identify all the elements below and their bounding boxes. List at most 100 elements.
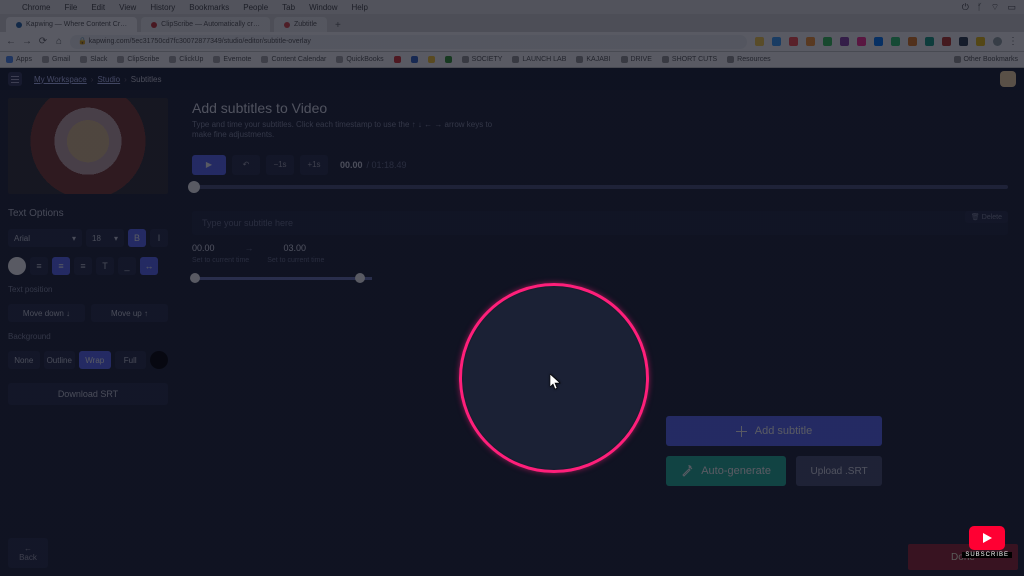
bookmark-item[interactable]: Content Calendar (261, 56, 326, 63)
ltr-button[interactable]: ↔ (140, 257, 158, 275)
nav-reload-icon[interactable]: ⟳ (38, 36, 48, 47)
bookmark-item[interactable] (411, 56, 418, 63)
tab-zubtitle[interactable]: Zubtitle (274, 17, 327, 32)
menu-item[interactable]: Tab (282, 3, 295, 12)
profile-avatar-icon[interactable] (993, 37, 1002, 46)
new-tab-button[interactable]: + (331, 18, 345, 32)
nav-back-icon[interactable]: ← (6, 36, 16, 47)
bookmark-folder[interactable]: KAJABI (576, 56, 610, 63)
extension-icon[interactable] (857, 37, 866, 46)
undo-button[interactable]: ↶ (232, 155, 260, 175)
text-color-swatch[interactable] (8, 257, 26, 275)
range-end-handle[interactable] (355, 273, 365, 283)
extension-icon[interactable] (942, 37, 951, 46)
fontsize-select[interactable]: 18▾ (86, 229, 124, 247)
bookmark-item[interactable] (428, 56, 435, 63)
menu-item[interactable]: Chrome (22, 3, 50, 12)
extension-icon[interactable] (772, 37, 781, 46)
bg-outline-button[interactable]: Outline (44, 351, 76, 369)
text-case-button[interactable]: T (96, 257, 114, 275)
menu-item[interactable]: People (243, 3, 268, 12)
bookmark-folder[interactable]: LAUNCH LAB (512, 56, 566, 63)
extension-icon[interactable] (874, 37, 883, 46)
video-thumbnail[interactable] (8, 98, 168, 194)
bookmark-folder[interactable]: DRIVE (621, 56, 652, 63)
address-bar[interactable]: 🔒 kapwing.com/5ec31750cd7fc30072877349/s… (70, 35, 747, 49)
play-button[interactable]: ▶ (192, 155, 226, 175)
step-back-button[interactable]: −1s (266, 155, 294, 175)
extension-icon[interactable] (789, 37, 798, 46)
user-avatar[interactable] (1000, 71, 1016, 87)
menu-item[interactable]: File (64, 3, 77, 12)
extension-icon[interactable] (840, 37, 849, 46)
align-center-button[interactable]: ≡ (52, 257, 70, 275)
font-select[interactable]: Arial▾ (8, 229, 82, 247)
subtitle-text-input[interactable]: Type your subtitle here (192, 211, 1008, 235)
bg-color-swatch[interactable] (150, 351, 168, 369)
tab-kapwing[interactable]: Kapwing — Where Content Cr… (6, 17, 137, 32)
extension-icon[interactable] (806, 37, 815, 46)
bookmark-item[interactable]: ClipScribe (117, 56, 159, 63)
bold-button[interactable]: B (128, 229, 146, 247)
bookmark-apps[interactable]: Apps (6, 56, 32, 63)
extension-icon[interactable] (891, 37, 900, 46)
nav-fwd-icon[interactable]: → (22, 36, 32, 47)
back-button[interactable]: ←Back (8, 538, 48, 568)
crumb-workspace[interactable]: My Workspace (34, 75, 87, 84)
italic-button[interactable]: I (150, 229, 168, 247)
bookmark-other[interactable]: Other Bookmarks (954, 56, 1018, 63)
menu-item[interactable]: History (150, 3, 175, 12)
underline-button[interactable]: _ (118, 257, 136, 275)
add-subtitle-button[interactable]: Add subtitle (666, 416, 882, 446)
menu-item[interactable]: Edit (91, 3, 105, 12)
kebab-menu-icon[interactable]: ⋮ (1008, 36, 1018, 47)
delete-subtitle-button[interactable]: 🗑 Delete (965, 211, 1008, 223)
download-srt-button[interactable]: Download SRT (8, 383, 168, 405)
bg-wrap-button[interactable]: Wrap (79, 351, 111, 369)
extension-icon[interactable] (823, 37, 832, 46)
move-down-button[interactable]: Move down ↓ (8, 304, 85, 322)
bookmark-item[interactable]: Gmail (42, 56, 70, 63)
step-fwd-button[interactable]: +1s (300, 155, 328, 175)
extension-icon[interactable] (959, 37, 968, 46)
end-time-field[interactable]: 03.00 (284, 243, 307, 253)
bookmark-item[interactable]: Slack (80, 56, 107, 63)
bookmark-item[interactable] (394, 56, 401, 63)
align-left-button[interactable]: ≡ (30, 257, 48, 275)
bookmark-folder[interactable]: SHORT CUTS (662, 56, 717, 63)
seek-track[interactable] (192, 185, 1008, 189)
align-right-button[interactable]: ≡ (74, 257, 92, 275)
bookmark-item[interactable]: Evernote (213, 56, 251, 63)
menu-item[interactable]: View (119, 3, 136, 12)
menu-item[interactable]: Window (309, 3, 337, 12)
bg-full-button[interactable]: Full (115, 351, 147, 369)
extension-icon[interactable] (976, 37, 985, 46)
move-up-button[interactable]: Move up ↑ (91, 304, 168, 322)
hamburger-icon[interactable] (8, 72, 22, 86)
folder-icon (512, 56, 519, 63)
bookmark-item[interactable]: ClickUp (169, 56, 203, 63)
youtube-subscribe-overlay[interactable]: SUBSCRIBE (962, 526, 1012, 558)
end-hint[interactable]: Set to current time (267, 257, 324, 264)
tab-clipscribe[interactable]: ClipScribe — Automatically cr… (141, 17, 270, 32)
bookmark-item[interactable]: QuickBooks (336, 56, 383, 63)
extension-icon[interactable] (925, 37, 934, 46)
menu-item[interactable]: Help (352, 3, 368, 12)
extension-icon[interactable] (908, 37, 917, 46)
subtitle-range[interactable] (192, 272, 1008, 284)
nav-home-icon[interactable]: ⌂ (54, 36, 64, 47)
crumb-studio[interactable]: Studio (97, 75, 120, 84)
bookmark-icon (394, 56, 401, 63)
bookmark-folder[interactable]: Resources (727, 56, 770, 63)
range-start-handle[interactable] (190, 273, 200, 283)
start-time-field[interactable]: 00.00 (192, 243, 215, 253)
upload-srt-button[interactable]: Upload .SRT (796, 456, 882, 486)
auto-generate-button[interactable]: Auto-generate (666, 456, 786, 486)
extension-icon[interactable] (755, 37, 764, 46)
bookmark-folder[interactable]: SOCIETY (462, 56, 503, 63)
bg-none-button[interactable]: None (8, 351, 40, 369)
bookmark-item[interactable] (445, 56, 452, 63)
seek-knob[interactable] (188, 181, 200, 193)
start-hint[interactable]: Set to current time (192, 257, 249, 264)
menu-item[interactable]: Bookmarks (189, 3, 229, 12)
